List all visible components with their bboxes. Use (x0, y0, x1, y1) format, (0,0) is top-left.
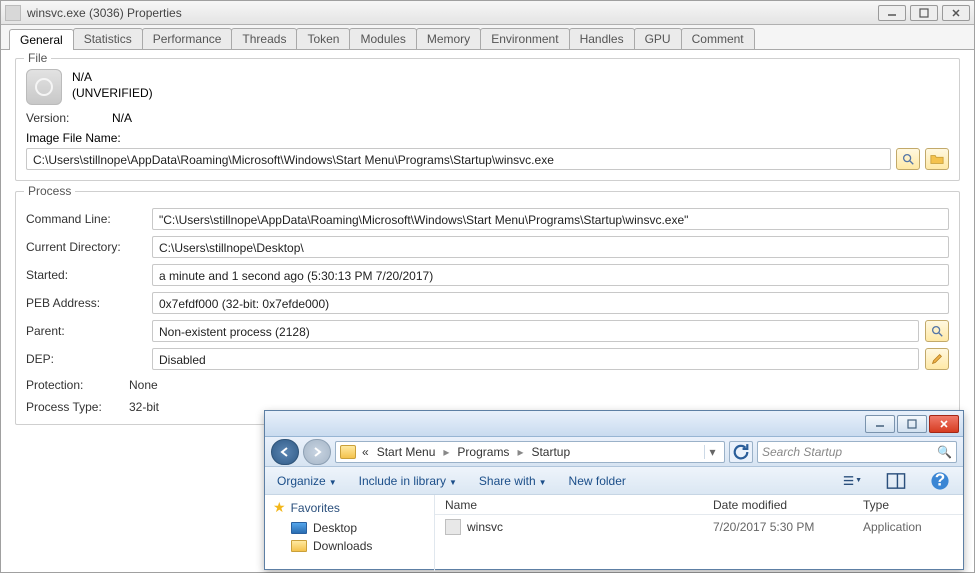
explorer-toolbar: Organize▼ Include in library▼ Share with… (265, 467, 963, 495)
breadcrumb-programs[interactable]: Programs (455, 445, 511, 459)
explorer-titlebar[interactable] (265, 411, 963, 437)
column-name[interactable]: Name (435, 498, 703, 512)
column-headers: Name Date modified Type (435, 495, 963, 515)
view-options-button[interactable]: ▼ (841, 471, 863, 491)
process-group-legend: Process (24, 184, 75, 198)
close-button[interactable] (942, 5, 970, 21)
explorer-maximize-button[interactable] (897, 415, 927, 433)
file-icon (26, 69, 62, 105)
share-with-menu[interactable]: Share with▼ (479, 474, 547, 488)
desktop-icon (291, 522, 307, 534)
back-button[interactable] (271, 439, 299, 465)
protection-value: None (129, 378, 158, 392)
file-group-legend: File (24, 51, 51, 65)
inspect-parent-button[interactable] (925, 320, 949, 342)
tab-performance[interactable]: Performance (142, 28, 233, 49)
tab-comment[interactable]: Comment (681, 28, 755, 49)
minimize-button[interactable] (878, 5, 906, 21)
image-file-name-label: Image File Name: (26, 131, 949, 145)
chevron-right-icon[interactable]: ▸ (441, 445, 451, 459)
maximize-button[interactable] (910, 5, 938, 21)
file-type: Application (853, 520, 963, 534)
dep-field[interactable]: Disabled (152, 348, 919, 370)
process-type-label: Process Type: (26, 400, 121, 414)
edit-dep-button[interactable] (925, 348, 949, 370)
column-date-modified[interactable]: Date modified (703, 498, 853, 512)
file-date: 7/20/2017 5:30 PM (703, 520, 853, 534)
search-input[interactable]: Search Startup 🔍 (757, 441, 957, 463)
application-icon (445, 519, 461, 535)
tab-strip: General Statistics Performance Threads T… (1, 25, 974, 50)
folder-icon (340, 445, 356, 459)
tab-environment[interactable]: Environment (480, 28, 569, 49)
tab-modules[interactable]: Modules (349, 28, 416, 49)
parent-label: Parent: (26, 324, 146, 338)
tab-handles[interactable]: Handles (569, 28, 635, 49)
tab-general[interactable]: General (9, 29, 74, 50)
properties-titlebar[interactable]: winsvc.exe (3036) Properties (1, 1, 974, 25)
favorites-header[interactable]: ★ Favorites (273, 499, 426, 516)
breadcrumb-startup[interactable]: Startup (529, 445, 572, 459)
inspect-file-button[interactable] (896, 148, 920, 170)
file-group: File N/A (UNVERIFIED) Version: N/A Image… (15, 58, 960, 181)
explorer-minimize-button[interactable] (865, 415, 895, 433)
process-type-value: 32-bit (129, 400, 159, 414)
protection-label: Protection: (26, 378, 121, 392)
file-name: winsvc (467, 520, 503, 534)
breadcrumb-lead[interactable]: « (360, 445, 371, 459)
forward-button[interactable] (303, 439, 331, 465)
breadcrumb-start-menu[interactable]: Start Menu (375, 445, 438, 459)
tab-memory[interactable]: Memory (416, 28, 481, 49)
started-label: Started: (26, 268, 146, 282)
address-dropdown-button[interactable]: ▾ (704, 445, 720, 459)
explorer-window: « Start Menu ▸ Programs ▸ Startup ▾ Sear… (264, 410, 964, 570)
process-group: Process Command Line: "C:\Users\stillnop… (15, 191, 960, 425)
current-directory-field[interactable]: C:\Users\stillnope\Desktop\ (152, 236, 949, 258)
explorer-list-pane: Name Date modified Type winsvc 7/20/2017… (435, 495, 963, 571)
downloads-icon (291, 540, 307, 552)
peb-address-label: PEB Address: (26, 296, 146, 310)
open-folder-button[interactable] (925, 148, 949, 170)
help-button[interactable]: ? (929, 471, 951, 491)
search-icon[interactable]: 🔍 (937, 445, 952, 459)
tab-token[interactable]: Token (296, 28, 350, 49)
refresh-button[interactable] (729, 441, 753, 463)
window-icon (5, 5, 21, 21)
explorer-close-button[interactable] (929, 415, 959, 433)
file-verified-line: (UNVERIFIED) (72, 85, 153, 101)
sidebar-item-desktop[interactable]: Desktop (273, 519, 426, 537)
sidebar-item-downloads[interactable]: Downloads (273, 537, 426, 555)
preview-pane-button[interactable] (885, 471, 907, 491)
organize-menu[interactable]: Organize▼ (277, 474, 337, 488)
version-value: N/A (112, 111, 132, 125)
dep-label: DEP: (26, 352, 146, 366)
tab-statistics[interactable]: Statistics (73, 28, 143, 49)
parent-field[interactable]: Non-existent process (2128) (152, 320, 919, 342)
address-bar[interactable]: « Start Menu ▸ Programs ▸ Startup ▾ (335, 441, 725, 463)
column-type[interactable]: Type (853, 498, 963, 512)
command-line-field[interactable]: "C:\Users\stillnope\AppData\Roaming\Micr… (152, 208, 949, 230)
list-item[interactable]: winsvc 7/20/2017 5:30 PM Application (435, 515, 963, 539)
explorer-navbar: « Start Menu ▸ Programs ▸ Startup ▾ Sear… (265, 437, 963, 467)
window-title: winsvc.exe (3036) Properties (27, 6, 878, 20)
image-file-name-field[interactable]: C:\Users\stillnope\AppData\Roaming\Micro… (26, 148, 891, 170)
svg-text:?: ? (935, 471, 945, 489)
peb-address-field[interactable]: 0x7efdf000 (32-bit: 0x7efde000) (152, 292, 949, 314)
started-field[interactable]: a minute and 1 second ago (5:30:13 PM 7/… (152, 264, 949, 286)
search-placeholder: Search Startup (762, 445, 937, 459)
tab-threads[interactable]: Threads (231, 28, 297, 49)
file-name-line: N/A (72, 69, 153, 85)
version-label: Version: (26, 111, 106, 125)
tab-gpu[interactable]: GPU (634, 28, 682, 49)
star-icon: ★ (273, 499, 286, 516)
chevron-right-icon[interactable]: ▸ (515, 445, 525, 459)
command-line-label: Command Line: (26, 212, 146, 226)
include-in-library-menu[interactable]: Include in library▼ (359, 474, 457, 488)
properties-body: File N/A (UNVERIFIED) Version: N/A Image… (1, 50, 974, 443)
new-folder-button[interactable]: New folder (569, 474, 626, 488)
favorites-label: Favorites (291, 501, 340, 515)
explorer-side-pane: ★ Favorites Desktop Downloads (265, 495, 435, 571)
current-directory-label: Current Directory: (26, 240, 146, 254)
